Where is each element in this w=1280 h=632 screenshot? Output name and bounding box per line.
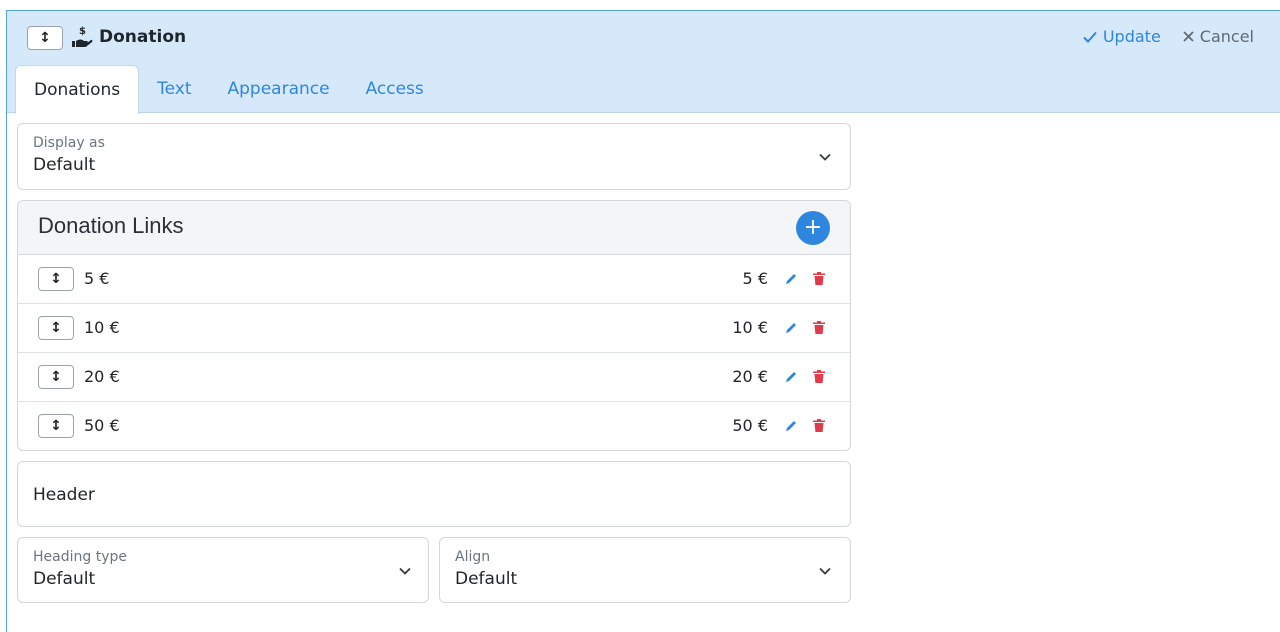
link-label: 50 € — [84, 416, 120, 435]
header-text-field[interactable]: Header — [17, 461, 851, 527]
donation-links-header: Donation Links + — [18, 201, 850, 255]
plus-icon: + — [803, 215, 823, 240]
donation-link-row: ↕ 50 € 50 € — [18, 402, 850, 450]
align-value: Default — [455, 569, 518, 589]
row-drag-handle[interactable]: ↕ — [38, 267, 74, 291]
chevron-down-icon — [399, 567, 411, 575]
drag-handle-button[interactable]: ↕ — [27, 26, 63, 50]
row-drag-handle[interactable]: ↕ — [38, 316, 74, 340]
link-amount: 50 € — [732, 416, 768, 435]
donation-link-row: ↕ 5 € 5 € — [18, 255, 850, 304]
editor-header: ↕ $ Donation Update Cancel Donations Tex… — [7, 11, 1280, 114]
cancel-button[interactable]: Cancel — [1183, 27, 1254, 46]
header-actions: Update Cancel — [1083, 27, 1254, 46]
trash-icon[interactable] — [812, 271, 826, 286]
row-drag-handle[interactable]: ↕ — [38, 414, 74, 438]
arrows-vertical-icon: ↕ — [50, 271, 62, 287]
editor-panel: ↕ $ Donation Update Cancel Donations Tex… — [6, 10, 1280, 632]
arrows-vertical-icon: ↕ — [39, 30, 51, 46]
chevron-down-icon — [819, 153, 831, 161]
editor-title: $ Donation — [71, 25, 186, 49]
pencil-icon[interactable] — [784, 419, 798, 433]
link-amount: 5 € — [742, 269, 768, 288]
row-drag-handle[interactable]: ↕ — [38, 365, 74, 389]
arrows-vertical-icon: ↕ — [50, 418, 62, 434]
link-label: 20 € — [84, 367, 120, 386]
close-icon — [1183, 31, 1194, 42]
donation-links-title: Donation Links — [38, 213, 184, 238]
pencil-icon[interactable] — [784, 321, 798, 335]
heading-type-value: Default — [33, 569, 96, 589]
page-title: Donation — [99, 27, 187, 47]
pencil-icon[interactable] — [784, 370, 798, 384]
update-button[interactable]: Update — [1083, 27, 1161, 46]
donation-link-row: ↕ 10 € 10 € — [18, 304, 850, 353]
tab-access[interactable]: Access — [348, 65, 442, 113]
check-icon — [1083, 31, 1097, 43]
add-link-button[interactable]: + — [796, 211, 830, 245]
link-amount: 20 € — [732, 367, 768, 386]
link-amount: 10 € — [732, 318, 768, 337]
arrows-vertical-icon: ↕ — [50, 369, 62, 385]
trash-icon[interactable] — [812, 418, 826, 433]
display-as-value: Default — [33, 155, 96, 175]
trash-icon[interactable] — [812, 320, 826, 335]
chevron-down-icon — [819, 567, 831, 575]
update-label: Update — [1102, 27, 1161, 46]
display-as-select[interactable]: Display as Default — [17, 123, 851, 190]
heading-type-label: Heading type — [33, 549, 127, 565]
tab-bar: Donations Text Appearance Access — [15, 65, 442, 114]
cancel-label: Cancel — [1199, 27, 1254, 46]
link-label: 5 € — [84, 269, 110, 288]
tab-donations[interactable]: Donations — [15, 65, 140, 114]
header-text-value: Header — [33, 485, 95, 505]
pencil-icon[interactable] — [784, 272, 798, 286]
align-select[interactable]: Align Default — [439, 537, 851, 603]
link-label: 10 € — [84, 318, 120, 337]
hand-holding-dollar-icon: $ — [72, 26, 93, 47]
svg-text:$: $ — [79, 26, 86, 37]
arrows-vertical-icon: ↕ — [50, 320, 62, 336]
align-label: Align — [455, 549, 491, 565]
display-as-label: Display as — [33, 135, 105, 151]
heading-type-select[interactable]: Heading type Default — [17, 537, 429, 603]
tab-text[interactable]: Text — [139, 65, 209, 113]
donation-links-panel: Donation Links + ↕ 5 € 5 € ↕ 10 € 10 € ↕… — [17, 200, 851, 451]
donation-link-row: ↕ 20 € 20 € — [18, 353, 850, 402]
tab-appearance[interactable]: Appearance — [210, 65, 348, 113]
trash-icon[interactable] — [812, 369, 826, 384]
